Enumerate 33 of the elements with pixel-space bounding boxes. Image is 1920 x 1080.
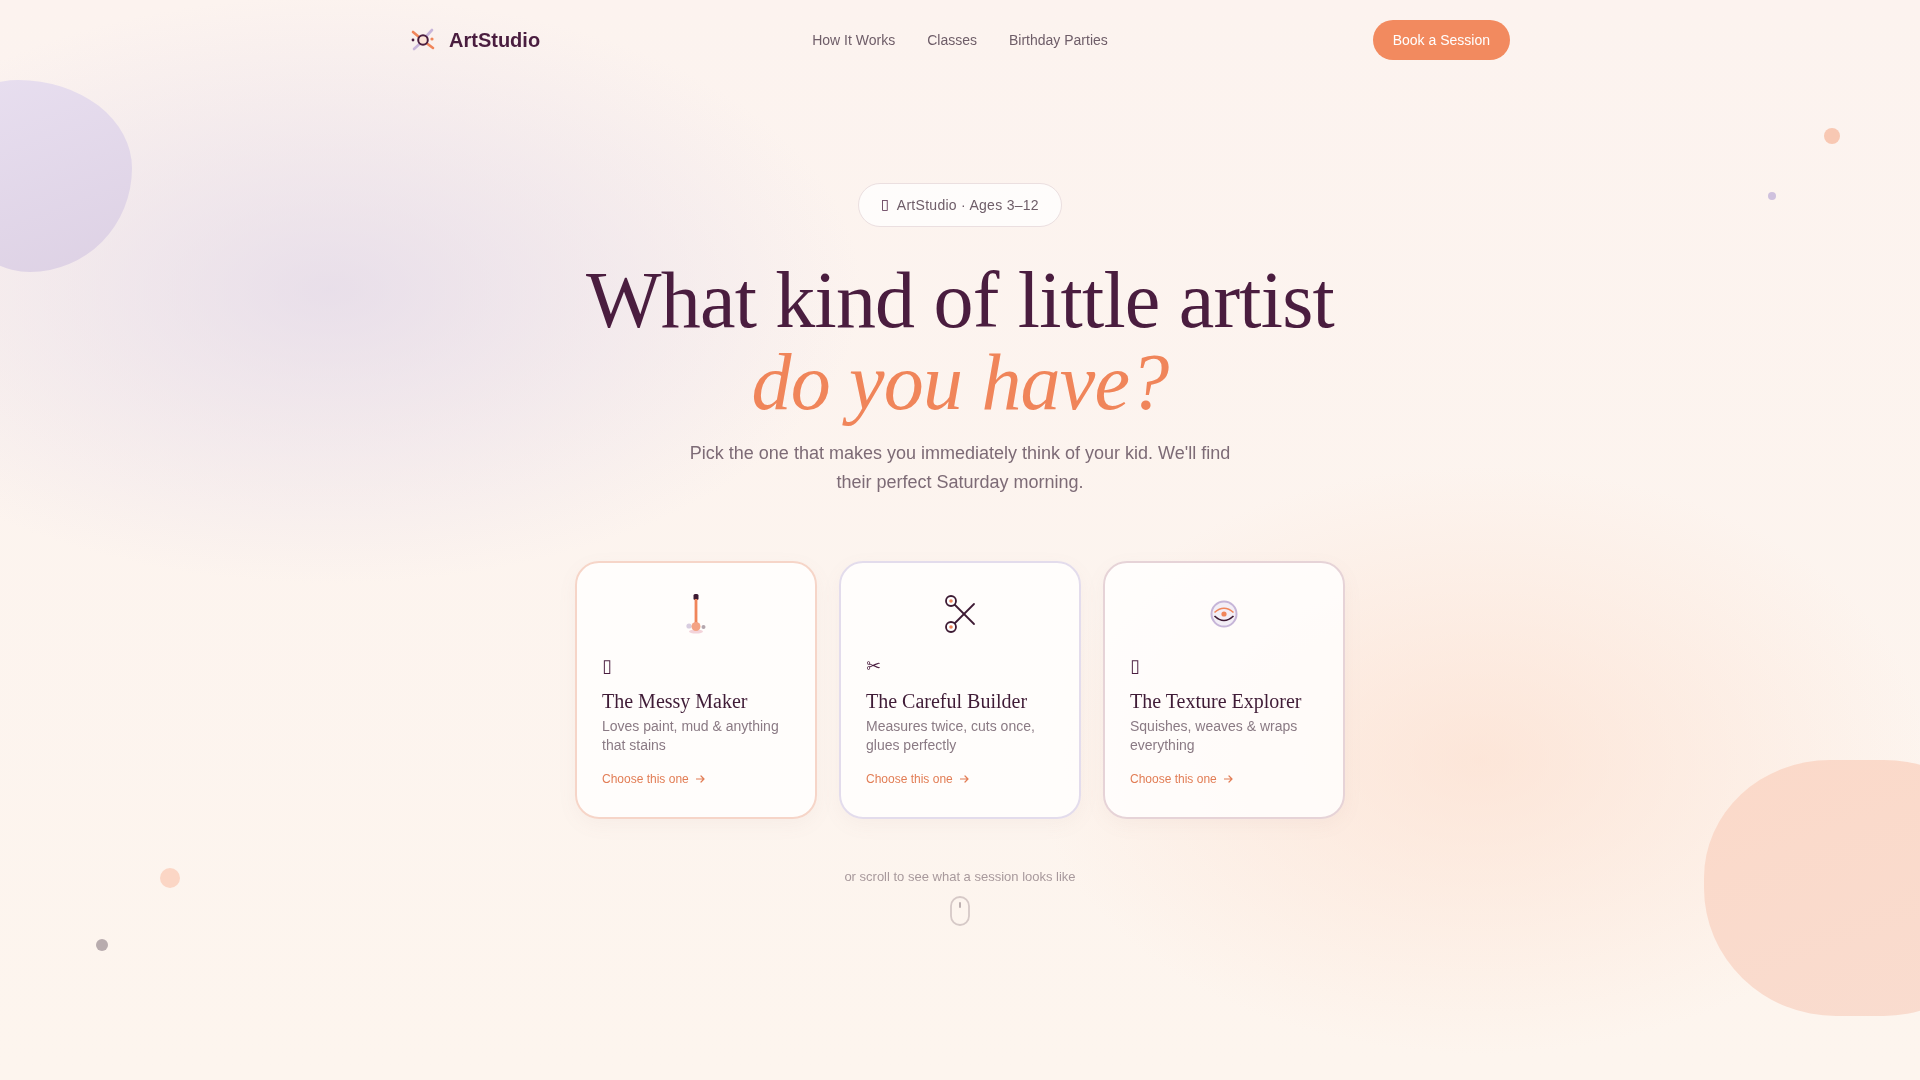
nav-link[interactable]: Birthday Parties — [1008, 32, 1108, 48]
card-description: Squishes, weaves & wraps everything — [1130, 716, 1299, 755]
dot-shape — [1824, 128, 1840, 144]
mouse-icon — [950, 895, 970, 926]
badge-text: ArtStudio · Ages 3–12 — [896, 197, 1039, 213]
arrow-right-icon — [695, 774, 705, 783]
dot-shape — [96, 939, 108, 951]
artist-card[interactable]: ✂ The Careful Builder Measures twice, cuts once, glues perfectly Choose this one — [839, 560, 1081, 819]
scroll-hint: or scroll to see what a session looks like — [844, 867, 1076, 886]
eye-icon — [1210, 599, 1238, 628]
card-symbol: ▯ — [1130, 655, 1140, 676]
card-symbol: ▯ — [602, 655, 612, 676]
dot-shape — [1768, 192, 1776, 200]
badge-symbol: ▯ — [881, 197, 889, 213]
hero-subtitle: Pick the one that makes you immediately think of your kid. We'll find their perfect Saturday morning. — [688, 442, 1232, 494]
card-description: Measures twice, cuts once, glues perfectly — [866, 716, 1036, 755]
arrow-right-icon — [1223, 774, 1233, 783]
brand-name: ArtStudio — [449, 28, 541, 52]
dot-shape — [160, 868, 180, 888]
nav-link[interactable]: Classes — [927, 32, 977, 48]
nav-link[interactable]: How It Works — [812, 32, 896, 48]
card-title: The Texture Explorer — [1130, 688, 1302, 713]
card-title: The Careful Builder — [866, 688, 1028, 713]
paintbrush-icon — [684, 593, 708, 634]
logo-icon — [410, 27, 436, 53]
card-symbol: ✂ — [866, 655, 882, 676]
scissors-icon — [944, 593, 976, 634]
arrow-right-icon — [959, 774, 969, 783]
hero-title: What kind of little artist — [586, 259, 1334, 341]
artist-card[interactable]: ▯ The Messy Maker Loves paint, mud & anything that stains Choose this one — [575, 560, 817, 819]
card-description: Loves paint, mud & anything that stains — [602, 716, 780, 755]
artist-card[interactable]: ▯ The Texture Explorer Squishes, weaves & wraps everything Choose this one — [1103, 560, 1345, 819]
card-title: The Messy Maker — [602, 688, 748, 713]
